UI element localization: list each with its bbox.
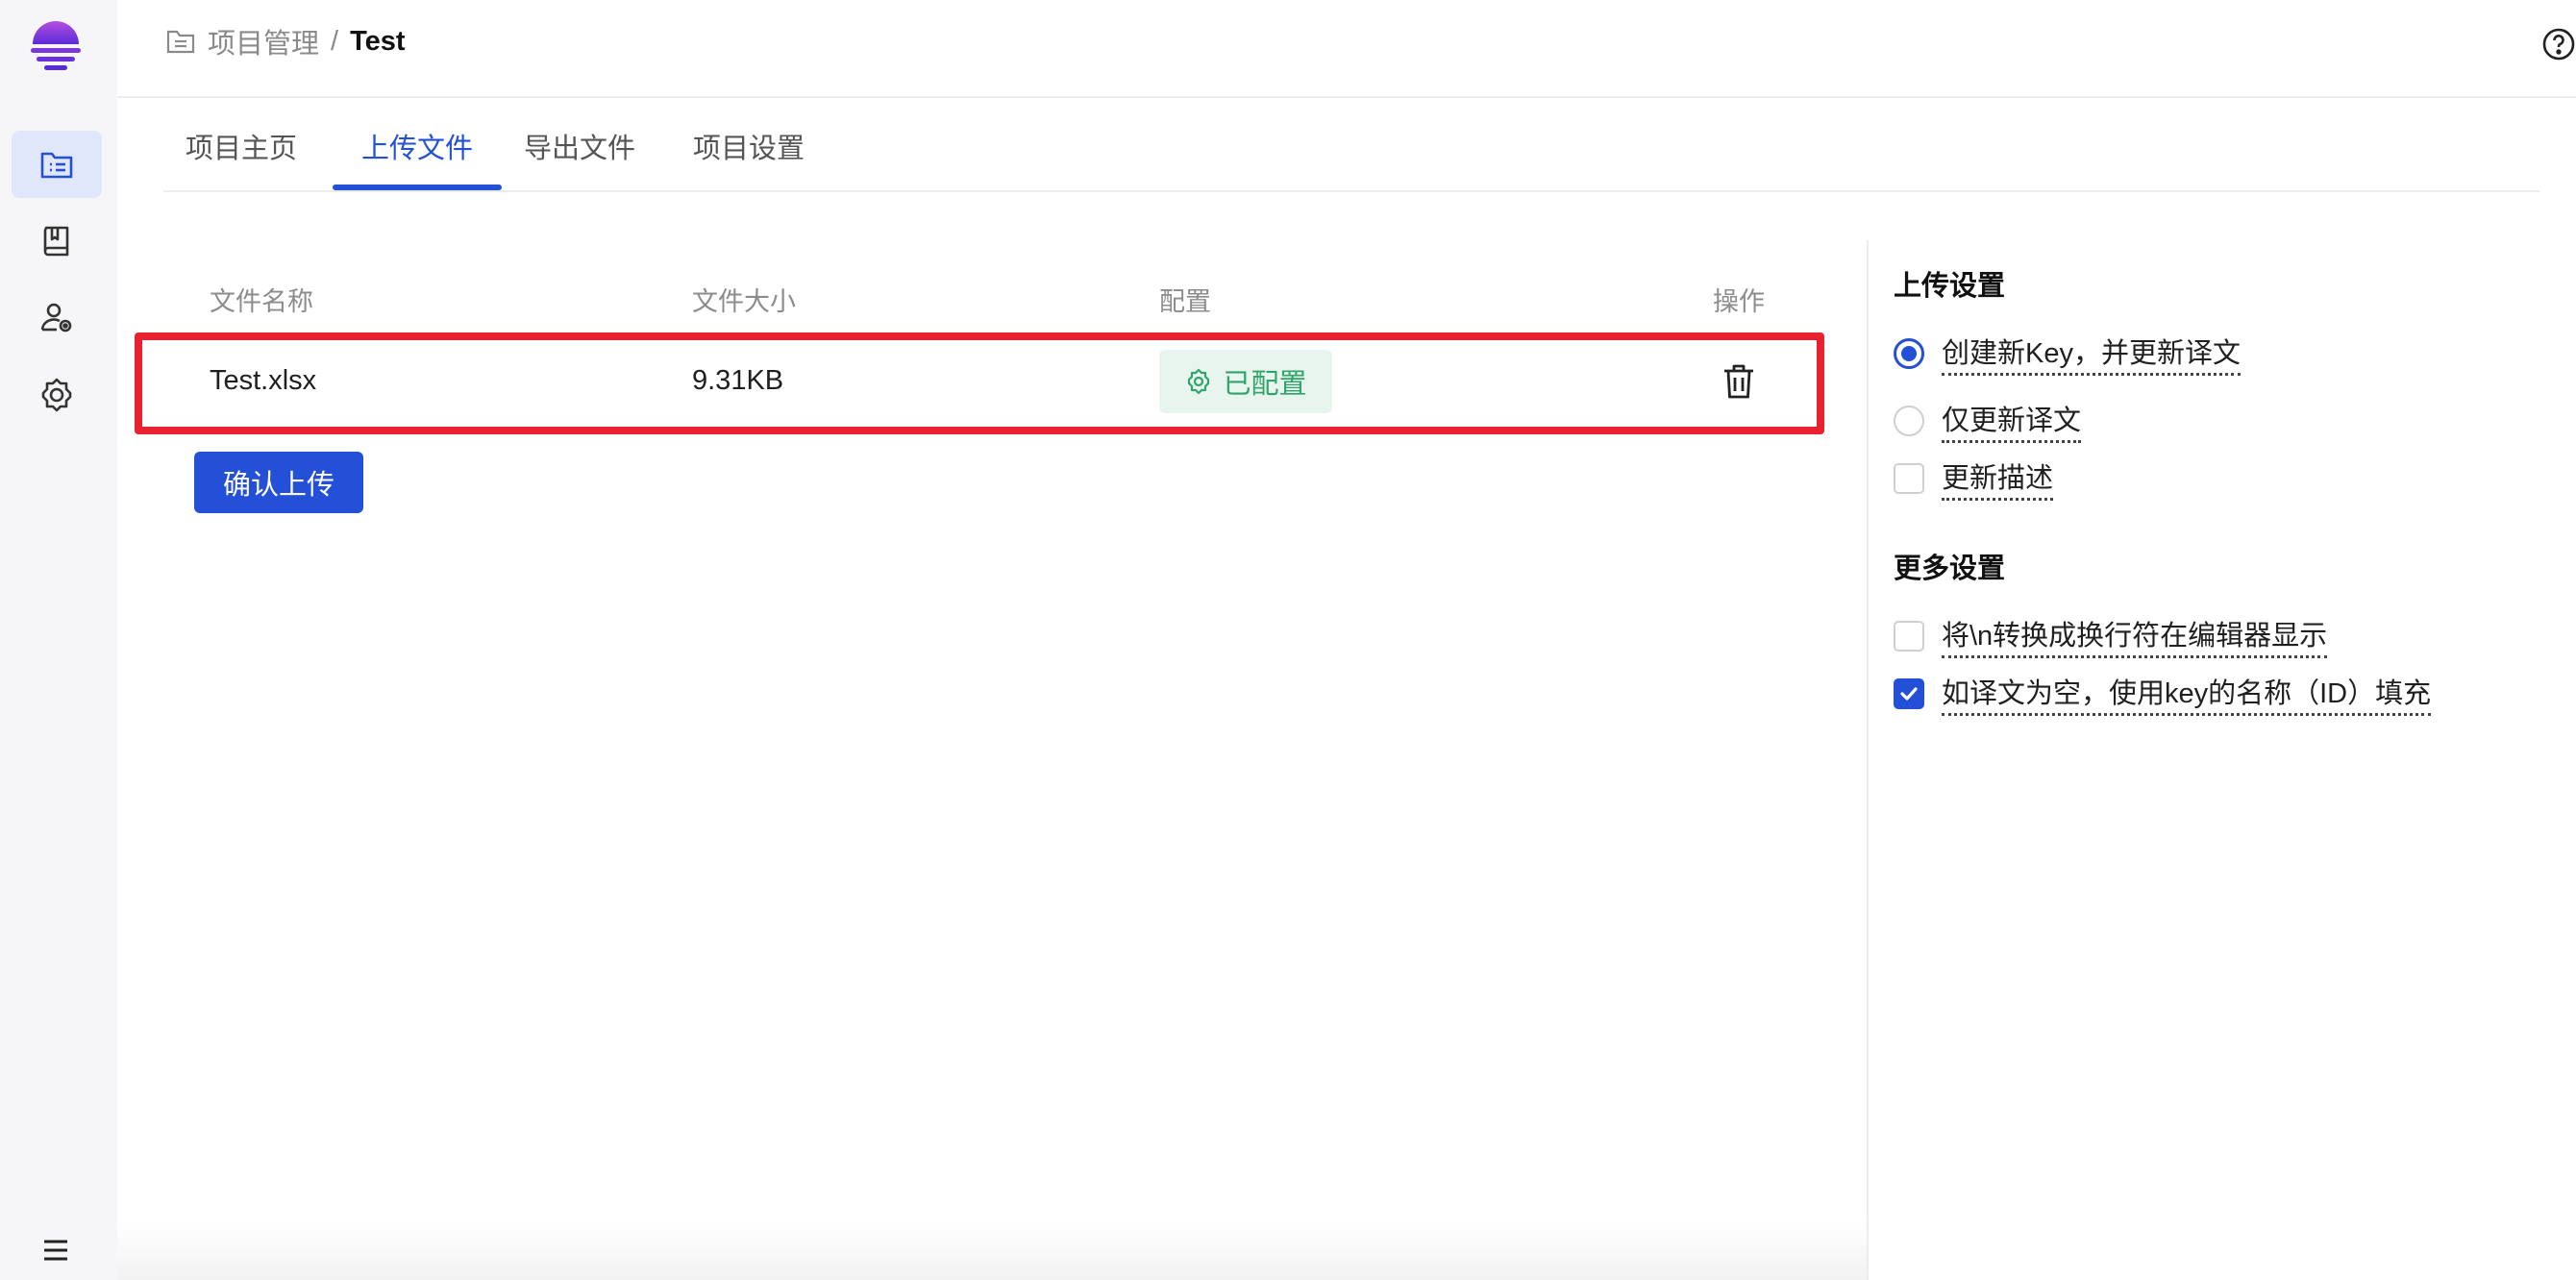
option-label: 如译文为空，使用key的名称（ID）填充 [1942,671,2432,716]
column-header-config: 配置 [1159,287,1211,316]
upload-settings-panel: 上传设置 创建新Key，并更新译文 仅更新译文 更新描述 更多设置 将\n转换成… [1867,240,2576,1280]
breadcrumb-separator: / [331,25,339,57]
option-label: 更新描述 [1942,455,2054,501]
checkbox-update-description[interactable] [1894,462,1924,494]
config-status-label: 已配置 [1223,369,1307,400]
radio-create-new-key[interactable] [1894,337,1924,369]
top-header: 项目管理 / Test [117,0,2576,98]
column-header-file-name: 文件名称 [210,287,313,316]
tab-bar: 项目主页 上传文件 导出文件 项目设置 [163,100,2539,192]
check-icon [1900,686,1918,701]
column-header-actions: 操作 [1713,287,1765,316]
project-list-icon [40,152,73,179]
option-label: 将\n转换成换行符在编辑器显示 [1942,613,2328,658]
tab-upload-files[interactable]: 上传文件 [352,100,483,192]
config-status-badge[interactable]: 已配置 [1159,350,1332,413]
confirm-upload-button[interactable]: 确认上传 [194,452,363,513]
bottom-fade [117,1220,1867,1280]
breadcrumb: 项目管理 / Test [165,21,406,62]
sidebar [0,0,117,1280]
help-icon[interactable] [2541,27,2576,62]
radio-update-translation-only[interactable] [1894,405,1924,436]
breadcrumb-current: Test [350,25,406,57]
trash-icon[interactable] [1722,363,1755,400]
checkbox-convert-newline[interactable] [1894,620,1924,652]
breadcrumb-project-management[interactable]: 项目管理 [208,21,319,62]
more-settings-title: 更多设置 [1894,554,2006,584]
column-header-file-size: 文件大小 [692,287,796,316]
file-name-cell: Test.xlsx [210,365,317,396]
option-label: 仅更新译文 [1942,398,2082,443]
option-fill-empty-with-key[interactable]: 如译文为空，使用key的名称（ID）填充 [1894,671,2432,716]
option-update-translation-only[interactable]: 仅更新译文 [1894,398,2082,443]
tab-project-settings[interactable]: 项目设置 [690,100,807,192]
option-update-description[interactable]: 更新描述 [1894,455,2054,501]
tab-export-files[interactable]: 导出文件 [521,100,638,192]
option-create-new-key[interactable]: 创建新Key，并更新译文 [1894,331,2241,376]
active-tab-indicator [333,185,502,190]
upload-settings-title: 上传设置 [1894,271,2006,302]
sidebar-item-projects[interactable] [12,131,102,198]
menu-icon[interactable] [35,1234,77,1267]
folder-list-icon [166,30,195,54]
option-label: 创建新Key，并更新译文 [1942,331,2241,376]
sidebar-item-settings[interactable] [12,361,102,429]
sidebar-item-docs[interactable] [12,208,102,275]
option-convert-newline[interactable]: 将\n转换成换行符在编辑器显示 [1894,613,2328,658]
book-icon [43,226,69,257]
file-size-cell: 9.31KB [692,365,784,396]
app-logo-icon[interactable] [29,17,83,75]
config-gear-icon [1188,368,1210,395]
checkbox-fill-empty-with-key[interactable] [1894,677,1924,709]
sidebar-item-members[interactable] [12,284,102,352]
gear-icon [41,378,72,412]
user-settings-icon [40,303,72,332]
tab-project-home[interactable]: 项目主页 [183,100,300,192]
highlighted-row-frame [135,332,1824,434]
